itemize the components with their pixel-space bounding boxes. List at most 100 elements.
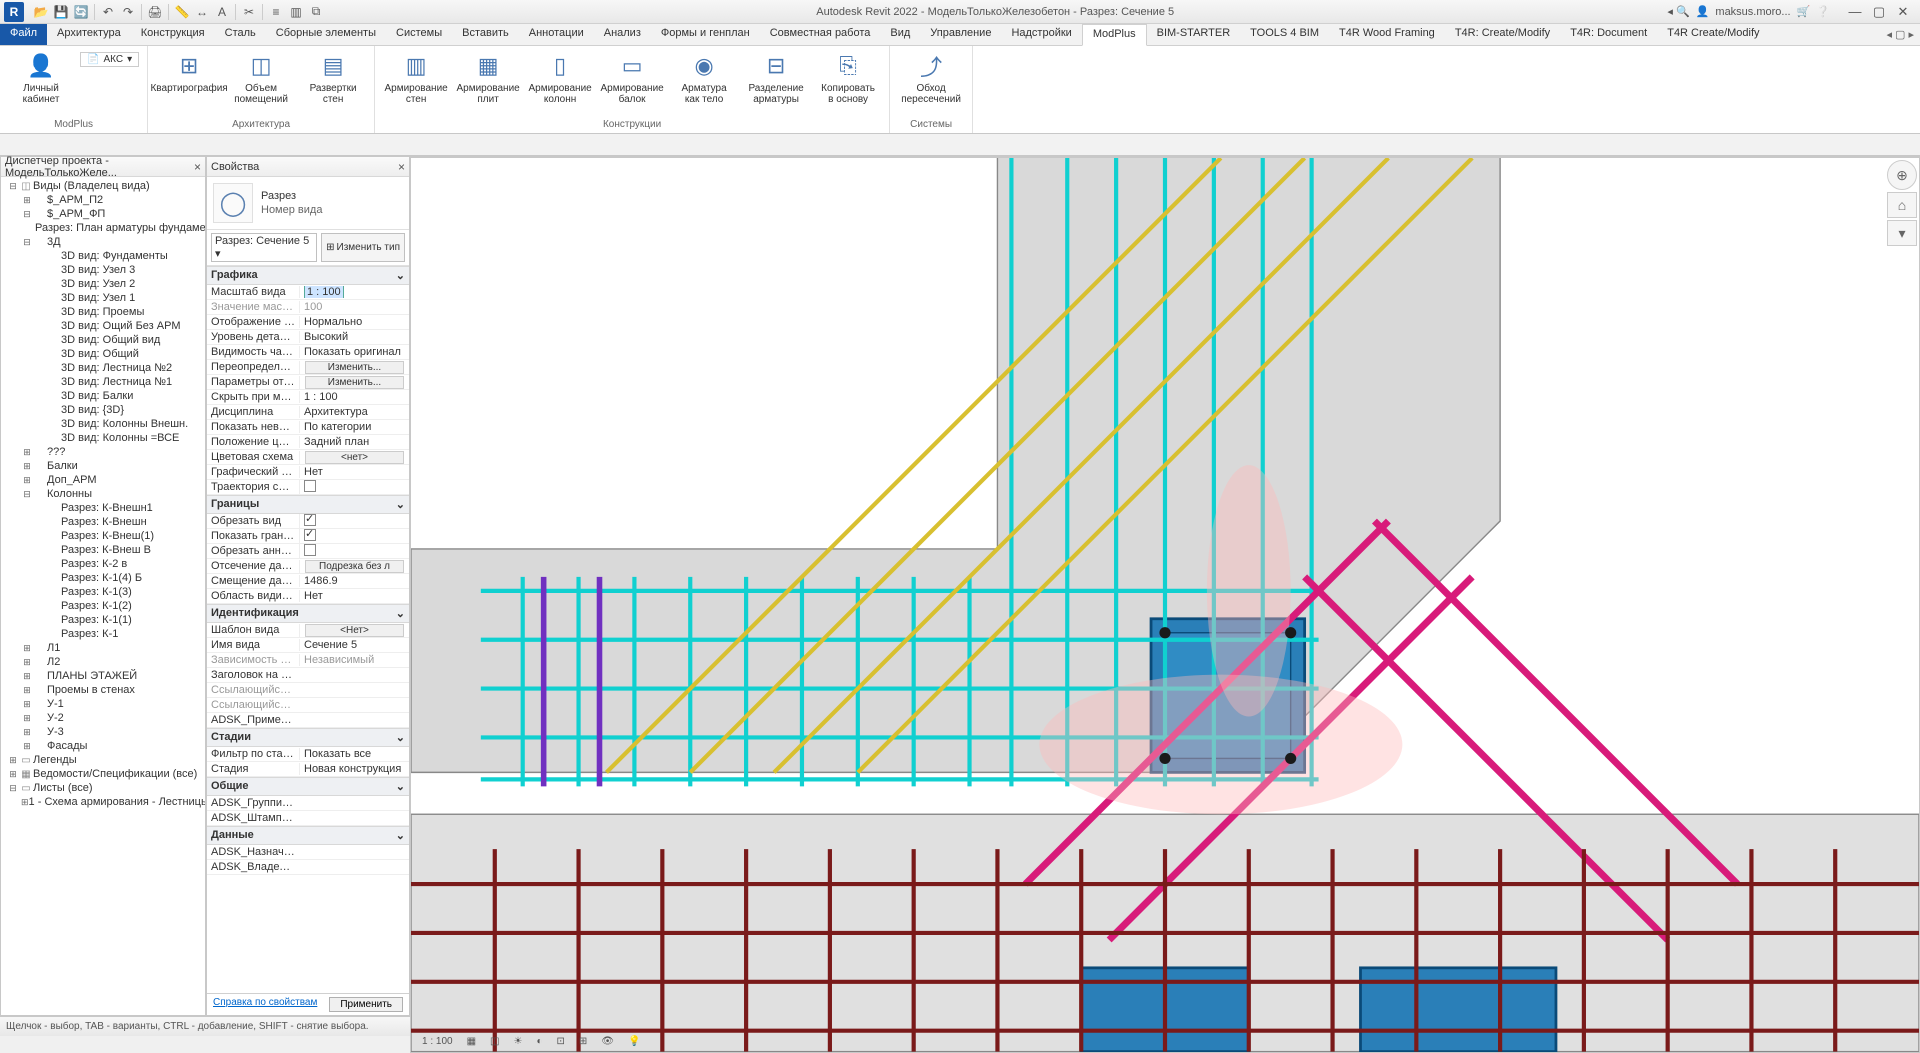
redo-icon[interactable]: ↷	[119, 3, 137, 21]
prop-row[interactable]: Скрыть при мас...1 : 100	[207, 390, 409, 405]
tree-node[interactable]: 3D вид: Лестница №1	[3, 375, 203, 389]
ribbon-collapse-icon[interactable]: ◂ ▢ ▸	[1886, 28, 1914, 41]
tree-node[interactable]: ⊞1 - Схема армирования - Лестницы	[3, 795, 203, 809]
tree-node[interactable]: ⊞Балки	[3, 459, 203, 473]
chevron-down-icon[interactable]: ▾	[1887, 220, 1917, 246]
tree-node[interactable]: ⊞▦Ведомости/Спецификации (все)	[3, 767, 203, 781]
save-icon[interactable]: 💾	[52, 3, 70, 21]
wall-unfold-button[interactable]: ▤Разверткистен	[300, 48, 366, 105]
tree-node[interactable]: 3D вид: Узел 2	[3, 277, 203, 291]
props-help-link[interactable]: Справка по свойствам	[213, 997, 317, 1012]
ribbon-tab[interactable]: TOOLS 4 BIM	[1240, 24, 1329, 45]
ribbon-tab[interactable]: Анализ	[594, 24, 651, 45]
tree-node[interactable]: 3D вид: Фундаменты	[3, 249, 203, 263]
tree-node[interactable]: 3D вид: Балки	[3, 389, 203, 403]
ribbon-tab[interactable]: Архитектура	[47, 24, 131, 45]
measure-icon[interactable]: 📏	[173, 3, 191, 21]
tree-node[interactable]: ⊟3Д	[3, 235, 203, 249]
tree-node[interactable]: ⊞ПЛАНЫ ЭТАЖЕЙ	[3, 669, 203, 683]
tree-node[interactable]: Разрез: К-Внешн1	[3, 501, 203, 515]
prop-row[interactable]: Параметры отоб...Изменить...	[207, 375, 409, 390]
prop-row[interactable]: Отсечение дальн...Подрезка без л	[207, 559, 409, 574]
home-icon[interactable]: ⌂	[1887, 192, 1917, 218]
tree-node[interactable]: Разрез: К-1(3)	[3, 585, 203, 599]
open-icon[interactable]: 📂	[32, 3, 50, 21]
ribbon-tab[interactable]: Формы и генплан	[651, 24, 760, 45]
browser-tree[interactable]: ⊟◫Виды (Владелец вида)⊞$_АРМ_П2⊟$_АРМ_ФП…	[1, 177, 205, 1015]
prop-row[interactable]: Заголовок на ли...	[207, 668, 409, 683]
personal-cabinet-button[interactable]: 👤Личныйкабинет	[8, 48, 74, 105]
prop-row[interactable]: Смещение дальн...1486.9	[207, 574, 409, 589]
prop-row[interactable]: ADSK_Владелец в...	[207, 860, 409, 875]
tree-node[interactable]: Разрез: К-1(2)	[3, 599, 203, 613]
tree-node[interactable]: ⊟▭Листы (все)	[3, 781, 203, 795]
sync-icon[interactable]: 🔄	[72, 3, 90, 21]
prop-group-header[interactable]: Данные⌄	[207, 826, 409, 845]
prop-group-header[interactable]: Идентификация⌄	[207, 604, 409, 623]
user-name[interactable]: maksus.moro...	[1715, 6, 1790, 18]
close-inactive-icon[interactable]: ▥	[287, 3, 305, 21]
tree-node[interactable]: 3D вид: Колонны =ВСЕ	[3, 431, 203, 445]
prop-row[interactable]: Имя видаСечение 5	[207, 638, 409, 653]
prop-group-header[interactable]: Графика⌄	[207, 266, 409, 285]
tree-node[interactable]: 3D вид: Общий вид	[3, 333, 203, 347]
ribbon-tab[interactable]: T4R Wood Framing	[1329, 24, 1445, 45]
tree-node[interactable]: ⊞Л1	[3, 641, 203, 655]
prop-row[interactable]: Шаблон вида<Нет>	[207, 623, 409, 638]
close-icon[interactable]: ×	[194, 160, 201, 174]
prop-row[interactable]: Видимость частейПоказать оригинал	[207, 345, 409, 360]
tree-node[interactable]: Разрез: К-Внешн	[3, 515, 203, 529]
tree-node[interactable]: ⊞У-2	[3, 711, 203, 725]
tree-node[interactable]: 3D вид: {3D}	[3, 403, 203, 417]
slab-rebar-button[interactable]: ▦Армированиеплит	[455, 48, 521, 105]
help-icon[interactable]: ❔	[1816, 5, 1830, 18]
ribbon-tab[interactable]: BIM-STARTER	[1147, 24, 1241, 45]
tree-node[interactable]: 3D вид: Проемы	[3, 305, 203, 319]
prop-row[interactable]: ADSK_Примечан...	[207, 713, 409, 728]
prop-row[interactable]: Масштаб вида1 : 100	[207, 285, 409, 300]
room-volume-button[interactable]: ◫Объемпомещений	[228, 48, 294, 105]
prop-row[interactable]: Цветовая схема<нет>	[207, 450, 409, 465]
tree-node[interactable]: ⊞Л2	[3, 655, 203, 669]
close-icon[interactable]: ×	[398, 160, 405, 174]
switch-win-icon[interactable]: ⧉	[307, 3, 325, 21]
copy-to-host-button[interactable]: ⎘Копироватьв основу	[815, 48, 881, 105]
prop-row[interactable]: ДисциплинаАрхитектура	[207, 405, 409, 420]
prop-row[interactable]: ADSK_Группиров...	[207, 796, 409, 811]
tree-node[interactable]: ⊞$_АРМ_П2	[3, 193, 203, 207]
tree-node[interactable]: Разрез: К-1	[3, 627, 203, 641]
ribbon-tab[interactable]: T4R: Document	[1560, 24, 1657, 45]
undo-icon[interactable]: ↶	[99, 3, 117, 21]
tree-node[interactable]: ⊟Колонны	[3, 487, 203, 501]
prop-row[interactable]: ADSK_Назначени...	[207, 845, 409, 860]
file-tab[interactable]: Файл	[0, 24, 47, 45]
dim-icon[interactable]: ↔	[193, 3, 211, 21]
thin-lines-icon[interactable]: ≡	[267, 3, 285, 21]
prop-group-header[interactable]: Границы⌄	[207, 495, 409, 514]
tree-node[interactable]: Разрез: План арматуры фундаме	[3, 221, 203, 235]
cart-icon[interactable]: 🛒	[1797, 5, 1811, 18]
prop-row[interactable]: Фильтр по стадиямПоказать все	[207, 747, 409, 762]
bypass-button[interactable]: ⤴Обходпересечений	[898, 48, 964, 105]
column-rebar-button[interactable]: ▯Армированиеколонн	[527, 48, 593, 105]
tree-node[interactable]: ⊞Доп_АРМ	[3, 473, 203, 487]
tree-node[interactable]: ⊞У-1	[3, 697, 203, 711]
ribbon-tab[interactable]: Вид	[880, 24, 920, 45]
tree-node[interactable]: 3D вид: Общий	[3, 347, 203, 361]
ribbon-tab[interactable]: Конструкция	[131, 24, 215, 45]
print-icon[interactable]: 🖨	[146, 3, 164, 21]
tree-node[interactable]: 3D вид: Лестница №2	[3, 361, 203, 375]
prop-row[interactable]: Область видимо...Нет	[207, 589, 409, 604]
ribbon-tab[interactable]: ModPlus	[1082, 24, 1147, 46]
ribbon-tab[interactable]: Управление	[920, 24, 1001, 45]
tree-node[interactable]: ⊞Фасады	[3, 739, 203, 753]
tree-node[interactable]: Разрез: К-Внеш(1)	[3, 529, 203, 543]
ribbon-tab[interactable]: Системы	[386, 24, 452, 45]
prop-row[interactable]: Обрезать вид	[207, 514, 409, 529]
search-icon[interactable]: ◂ 🔍	[1667, 5, 1689, 18]
close-window-icon[interactable]: ✕	[1892, 3, 1914, 21]
ribbon-tab[interactable]: Сталь	[215, 24, 266, 45]
prop-row[interactable]: Отображение мо...Нормально	[207, 315, 409, 330]
prop-row[interactable]: Переопределени...Изменить...	[207, 360, 409, 375]
prop-row[interactable]: ADSK_Штамп_Раз...	[207, 811, 409, 826]
